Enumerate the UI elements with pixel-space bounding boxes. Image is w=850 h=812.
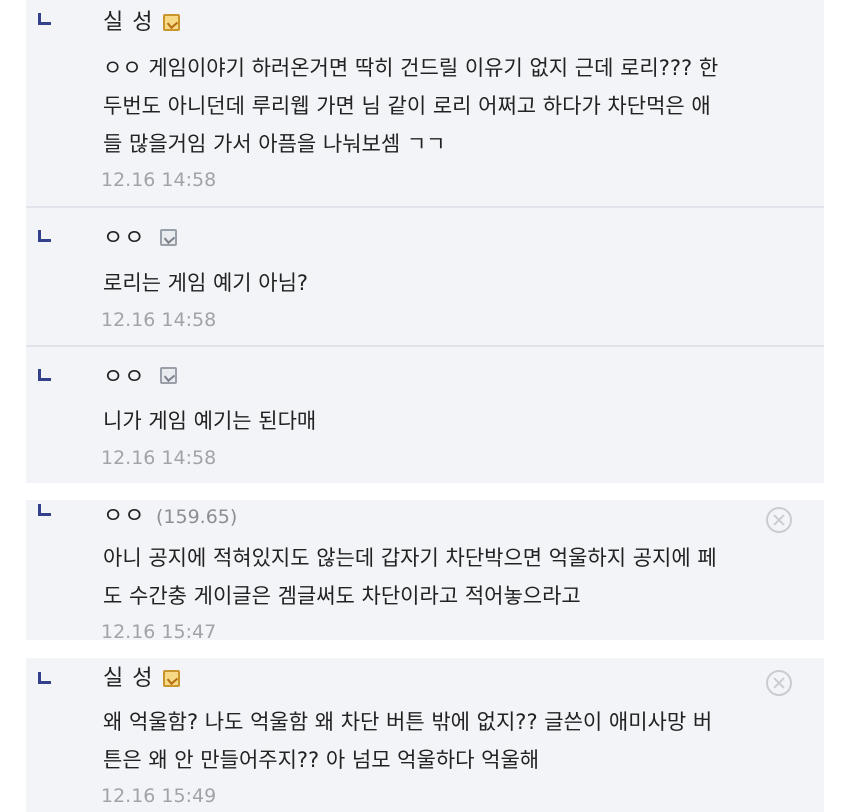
comment-date: 12.16 14:58 xyxy=(101,309,217,331)
comment-date: 12.16 15:49 xyxy=(101,785,217,807)
ip-address: (159.65) xyxy=(156,506,238,528)
comment-date: 12.16 15:47 xyxy=(101,621,217,643)
comment-nickname[interactable]: ㅇㅇ xyxy=(103,365,145,391)
fixed-nick-icon xyxy=(163,14,180,31)
comment-text-line: ㅇㅇ 게임이야기 하러온거면 딱히 건드릴 이유기 없지 근데 로리??? 한 xyxy=(103,56,719,80)
reply-arrow-icon xyxy=(38,369,52,381)
half-fixed-nick-icon xyxy=(160,367,177,384)
comment-text-line: 두번도 아니던데 루리웹 가면 님 같이 로리 어쩌고 하다가 차단먹은 애 xyxy=(103,94,711,118)
comment-nickname[interactable]: ㅇㅇ xyxy=(103,226,145,252)
comment-text-line: 왜 억울함? 나도 억울함 왜 차단 버튼 밖에 없지?? 글쓴이 애미사망 버 xyxy=(103,710,713,734)
comment-date: 12.16 14:58 xyxy=(101,169,217,191)
comment-nickname[interactable]: ㅇㅇ xyxy=(103,504,145,530)
comment-nickname[interactable]: 실 성 xyxy=(103,10,153,36)
reply-arrow-icon xyxy=(38,504,52,516)
comment-text-line: 로리는 게임 예기 아님? xyxy=(103,271,309,295)
comment-text-line: 도 수간충 게이글은 겜글써도 차단이라고 적어놓으라고 xyxy=(103,584,581,608)
comment-thread: 실 성 ㅇㅇ 게임이야기 하러온거면 딱히 건드릴 이유기 없지 근데 로리??… xyxy=(0,0,850,812)
reply-arrow-icon xyxy=(38,672,52,684)
comment-text-line: 아니 공지에 적혀있지도 않는데 갑자기 차단박으면 억울하지 공지에 페 xyxy=(103,546,717,570)
comment-text-line: 튼은 왜 안 만들어주지?? 아 넘모 억울하다 억울해 xyxy=(103,748,540,772)
comment-text-line: 니가 게임 예기는 된다매 xyxy=(103,409,317,433)
delete-icon[interactable] xyxy=(766,670,792,696)
comment-date: 12.16 14:58 xyxy=(101,447,217,469)
comment-nickname[interactable]: 실 성 xyxy=(103,666,153,692)
comment-text-line: 들 많을거임 가서 아픔을 나눠보셈 ㄱㄱ xyxy=(103,132,446,156)
delete-icon[interactable] xyxy=(766,507,792,533)
half-fixed-nick-icon xyxy=(160,229,177,246)
reply-arrow-icon xyxy=(38,230,52,242)
reply-arrow-icon xyxy=(38,13,52,25)
fixed-nick-icon xyxy=(163,670,180,687)
